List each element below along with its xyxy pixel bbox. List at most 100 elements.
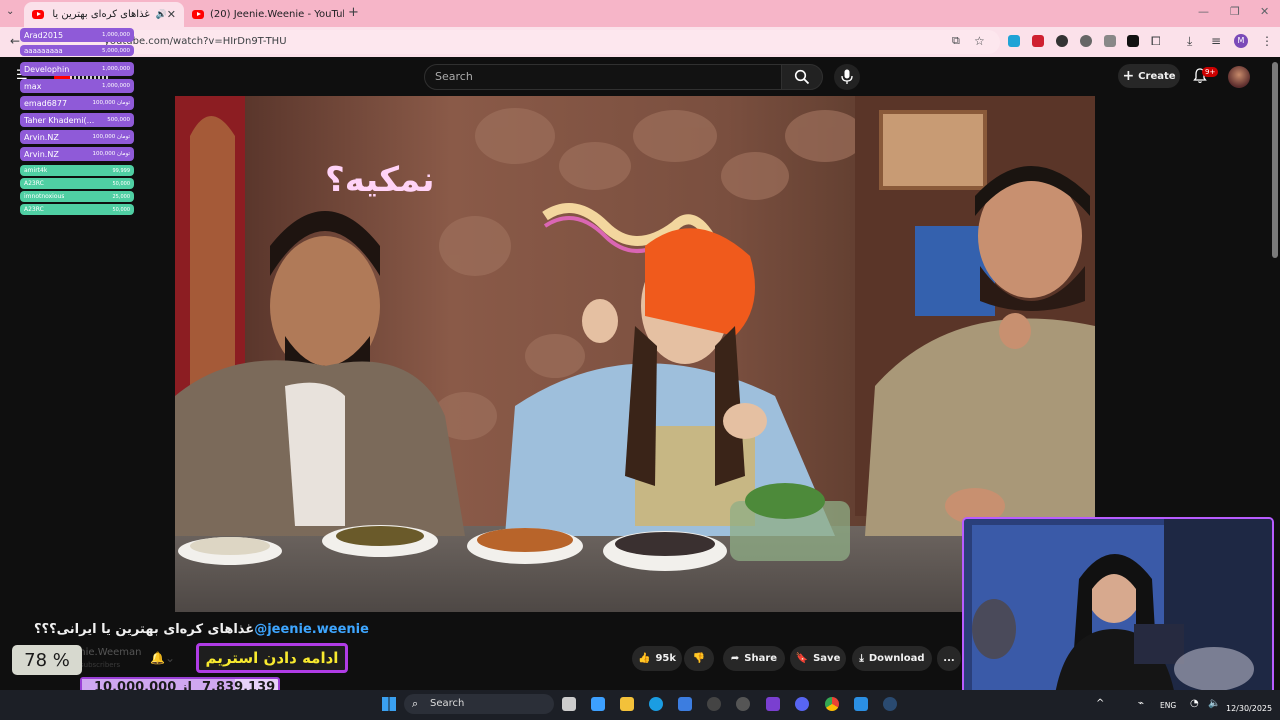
streamer-webcam (962, 517, 1274, 703)
create-button[interactable]: + Create (1118, 64, 1180, 88)
donation-row: Arvin.NZ تومان 100,000 (20, 147, 134, 161)
microphone-icon (841, 69, 853, 84)
donation-amount: تومان 100,000 (92, 151, 130, 157)
extension-openai-icon[interactable] (1080, 35, 1092, 47)
donor-name: A23RC (24, 180, 44, 187)
tab-search-chevron-icon[interactable]: ⌄ (6, 6, 14, 17)
donation-amount: تومان 100,000 (92, 100, 130, 106)
youtube-favicon-icon (192, 10, 204, 19)
wifi-icon[interactable]: ◔ (1190, 698, 1199, 709)
account-avatar[interactable] (1228, 66, 1250, 88)
steam-icon[interactable] (883, 697, 897, 711)
store-icon[interactable] (678, 697, 692, 711)
continue-stream-banner: ادامه دادن استریم (196, 643, 348, 673)
task-view-icon[interactable] (562, 697, 576, 711)
vscode-icon[interactable] (854, 697, 868, 711)
donor-name: emad6877 (24, 98, 68, 108)
save-button[interactable]: 🔖 Save (790, 646, 846, 671)
profile-avatar[interactable]: M (1234, 34, 1248, 48)
donation-amount: 25,000 (112, 193, 131, 200)
discord-icon[interactable] (795, 697, 809, 711)
install-app-icon[interactable]: ⧉ (952, 34, 960, 48)
plus-icon: + (1122, 68, 1135, 84)
tray-chevron-icon[interactable]: ^ (1096, 698, 1104, 709)
back-icon[interactable]: ← (10, 34, 20, 48)
video-title: غذاهای کره‌ای بهترین یا ایرانی؟؟؟@jeenie… (34, 622, 369, 637)
more-actions-button[interactable]: ... (937, 646, 961, 671)
maximize-icon[interactable]: ❐ (1230, 5, 1240, 18)
taskbar-search-input[interactable]: Search (404, 694, 554, 714)
recent-donation-row: A23RC 50,000 (20, 204, 134, 215)
widgets-icon[interactable] (591, 697, 605, 711)
rider-icon[interactable] (766, 697, 780, 711)
extensions-puzzle-icon[interactable]: ⧠ (1151, 34, 1161, 49)
search-button[interactable] (781, 64, 823, 90)
reading-list-icon[interactable]: ≡ (1211, 34, 1221, 48)
donation-row: max 1,000,000 (20, 79, 134, 93)
bookmark-star-icon[interactable]: ☆ (974, 34, 985, 48)
share-icon: ➦ (730, 653, 740, 664)
donation-row: Taher Khademi(... 500,000 (20, 113, 134, 127)
extension-translate-icon[interactable] (1008, 35, 1020, 47)
youtube-favicon-icon (32, 10, 44, 19)
save-label: Save (813, 653, 841, 664)
voice-search-button[interactable] (834, 64, 860, 90)
chrome-tab-icon[interactable] (736, 697, 750, 711)
network-icon[interactable]: ⌁ (1138, 698, 1144, 709)
webcam-image (964, 519, 1272, 701)
like-button[interactable]: 👍 95k (632, 646, 682, 671)
share-button[interactable]: ➦ Share (723, 646, 785, 671)
subscriber-count: subscribers (80, 661, 121, 669)
file-explorer-icon[interactable] (620, 697, 634, 711)
donation-row: Arvin.NZ تومان 100,000 (20, 130, 134, 144)
input-language[interactable]: ENG (1160, 701, 1176, 710)
like-count: 95k (655, 653, 677, 664)
obs-icon[interactable] (707, 697, 721, 711)
close-window-icon[interactable]: ✕ (1260, 5, 1269, 18)
donation-row: emad6877 تومان 100,000 (20, 96, 134, 110)
browser-menu-icon[interactable]: ⋮ (1261, 34, 1273, 48)
channel-handle-link[interactable]: @jeenie.weenie (254, 622, 369, 637)
thumbs-down-icon: 👎 (692, 653, 706, 664)
windows-start-icon[interactable] (382, 697, 396, 711)
video-player[interactable]: نمکیه؟ (175, 96, 1095, 612)
donation-amount: 1,000,000 (102, 66, 130, 72)
extension-flag-icon[interactable] (1032, 35, 1044, 47)
volume-icon[interactable]: 🔈 (1208, 698, 1220, 709)
tab-inactive[interactable]: (20) Jeenie.Weenie - YouTube ✕ (184, 2, 344, 27)
donation-amount: 99,999 (112, 167, 131, 174)
donor-name: aaaaaaaaa (24, 46, 63, 55)
bookmark-icon: 🔖 (795, 653, 809, 664)
audio-icon[interactable]: 🔊 (156, 10, 167, 20)
donor-name: Arad2015 (24, 30, 64, 40)
taskbar-date[interactable]: 12/30/2025 (1226, 704, 1272, 713)
extension-shield-icon[interactable] (1104, 35, 1116, 47)
page-scrollbar[interactable] (1272, 62, 1278, 258)
donation-row: Arad2015 1,000,000 (20, 28, 134, 42)
donation-amount: 5,000,000 (102, 47, 130, 54)
dislike-button[interactable]: 👎 (684, 646, 714, 671)
share-label: Share (744, 653, 778, 664)
donation-row: aaaaaaaaa 5,000,000 (20, 45, 134, 56)
recent-donation-row: amirt4k 99,999 (20, 165, 134, 176)
browser-tab-strip: ⌄ غذاهای کره‌ای بهترین یا ا 🔊 ✕ (20) Jee… (0, 0, 1280, 27)
minimize-icon[interactable]: — (1198, 5, 1209, 18)
tab-active[interactable]: غذاهای کره‌ای بهترین یا ا 🔊 ✕ (24, 2, 184, 27)
donor-name: Arvin.NZ (24, 149, 59, 159)
edge-icon[interactable] (649, 697, 663, 711)
extension-github-icon[interactable] (1056, 35, 1068, 47)
more-horizontal-icon: ... (943, 653, 955, 664)
new-tab-button[interactable]: + (348, 5, 359, 20)
chrome-icon[interactable] (825, 697, 839, 711)
subscribe-bell-icon[interactable]: 🔔⌄ (150, 651, 175, 665)
donor-name: Arvin.NZ (24, 132, 59, 142)
close-tab-icon[interactable]: ✕ (167, 8, 176, 21)
create-label: Create (1138, 70, 1176, 82)
extension-x-icon[interactable] (1127, 35, 1139, 47)
donor-name: imnotnoxious (24, 193, 65, 200)
donor-name: max (24, 81, 42, 91)
download-button[interactable]: ⤓ Download (852, 646, 932, 671)
downloads-icon[interactable]: ⤓ (1187, 34, 1192, 49)
search-icon: ⌕ (412, 697, 419, 710)
search-input[interactable]: Search (424, 64, 782, 90)
